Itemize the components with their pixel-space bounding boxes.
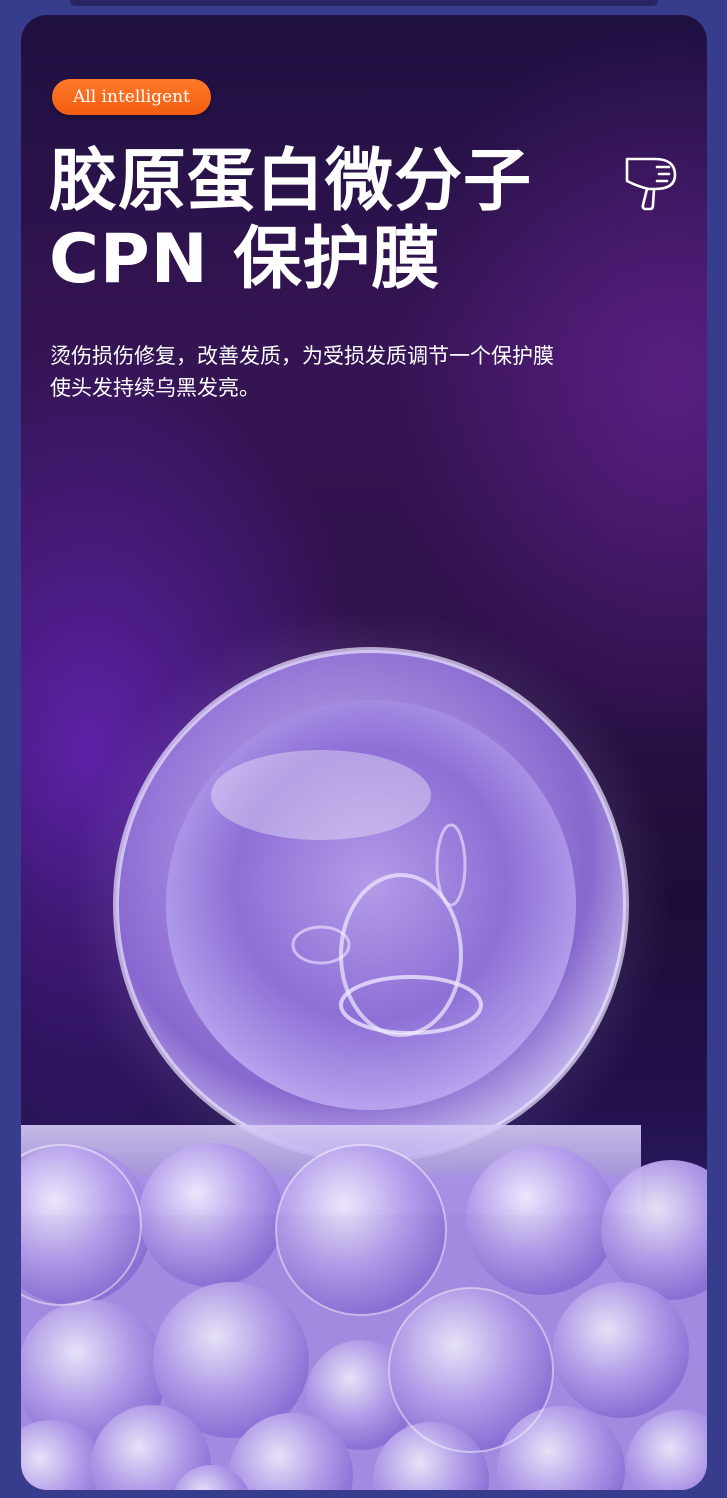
feature-badge: All intelligent: [52, 79, 211, 115]
page-title: 胶原蛋白微分子 CPN 保护膜: [49, 143, 532, 299]
large-collagen-sphere: [113, 647, 629, 1163]
product-card: All intelligent 胶原蛋白微分子 CPN 保护膜 烫伤损伤修复，改…: [21, 15, 707, 1490]
description-line-1: 烫伤损伤修复，改善发质，为受损发质调节一个保护膜: [50, 344, 554, 368]
page: All intelligent 胶原蛋白微分子 CPN 保护膜 烫伤损伤修复，改…: [0, 0, 727, 1498]
collagen-sphere-illustration: [21, 615, 707, 1490]
bubble-field: [21, 1143, 707, 1490]
description: 烫伤损伤修复，改善发质，为受损发质调节一个保护膜 使头发持续乌黑发亮。: [50, 340, 670, 404]
description-line-2: 使头发持续乌黑发亮。: [50, 376, 260, 400]
title-line-1: 胶原蛋白微分子: [49, 142, 533, 221]
hair-dryer-icon: [625, 157, 677, 211]
title-line-2: CPN 保护膜: [49, 220, 441, 299]
top-strip: [70, 0, 658, 6]
